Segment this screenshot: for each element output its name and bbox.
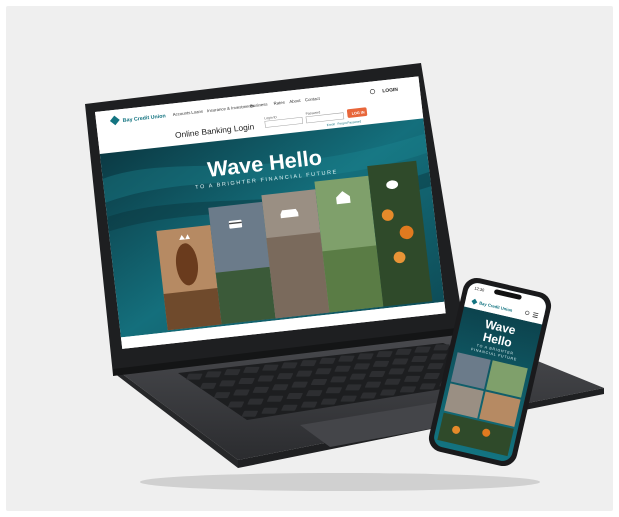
keyboard-key: [315, 368, 332, 375]
keyboard-key: [334, 365, 351, 372]
keyboard-key: [414, 346, 431, 353]
keyboard-key: [349, 373, 366, 380]
drop-shadow: [140, 473, 540, 491]
keyboard-key: [219, 380, 236, 387]
keyboard-key: [376, 351, 393, 358]
keyboard-key: [306, 390, 323, 397]
keyboard-key: [399, 386, 417, 393]
keyboard-key: [186, 373, 203, 380]
keyboard-key: [325, 387, 342, 394]
keyboard-key: [427, 363, 444, 370]
keyboard-key: [296, 370, 313, 377]
keyboard-key: [247, 398, 264, 405]
keyboard-key: [205, 371, 222, 378]
keyboard-key: [423, 373, 440, 380]
keyboard-key: [340, 395, 357, 402]
keyboard-key: [388, 368, 405, 375]
keyboard-key: [286, 392, 303, 399]
mockup-scene: Bay Credit Union Accounts Loans Insurance …: [0, 0, 619, 517]
keyboard-key: [369, 371, 386, 378]
keyboard-key: [433, 344, 450, 351]
keyboard-key: [311, 378, 328, 385]
keyboard-key: [395, 348, 412, 355]
laptop-screen: Bay Credit Union Accounts Loans Insurance …: [95, 76, 446, 349]
keyboard-key: [411, 356, 428, 363]
keyboard-key: [224, 369, 241, 376]
keyboard-key: [404, 375, 421, 382]
keyboard-key: [252, 386, 269, 393]
keyboard-key: [281, 404, 298, 411]
keyboard-key: [200, 382, 217, 389]
keyboard-key: [262, 364, 279, 371]
keyboard-key: [257, 375, 274, 382]
keyboard-key: [357, 353, 374, 360]
keyboard-key: [238, 377, 255, 384]
keyboard-key: [419, 383, 436, 390]
keyboard-key: [330, 376, 347, 383]
keyboard-key: [430, 353, 447, 360]
keyboard-key: [373, 360, 390, 367]
keyboard-key: [243, 366, 260, 373]
keyboard-key: [241, 410, 258, 417]
keyboard-key: [276, 373, 294, 380]
keyboard-key: [338, 355, 355, 362]
keyboard-key: [320, 398, 337, 405]
keyboard-key: [360, 392, 377, 399]
keyboard-key: [267, 395, 284, 402]
keyboard-key: [233, 389, 250, 396]
keyboard-key: [364, 381, 382, 388]
keyboard-key: [345, 384, 362, 391]
keyboard-key: [272, 384, 289, 391]
keyboard-key: [384, 378, 401, 385]
keyboard-key: [301, 401, 318, 408]
keyboard-key: [392, 358, 409, 365]
keyboard-key: [380, 389, 397, 396]
keyboard-key: [281, 362, 298, 369]
keyboard-key: [353, 363, 370, 370]
keyboard-key: [261, 407, 278, 414]
keyboard-key: [227, 401, 245, 408]
device-mockup: Bay Credit Union Accounts Loans Insurance …: [85, 63, 604, 491]
keyboard-key: [214, 392, 231, 399]
keyboard-key: [300, 360, 317, 367]
keyboard-key: [407, 365, 425, 372]
keyboard-key: [291, 381, 308, 388]
keyboard-key: [319, 357, 336, 364]
